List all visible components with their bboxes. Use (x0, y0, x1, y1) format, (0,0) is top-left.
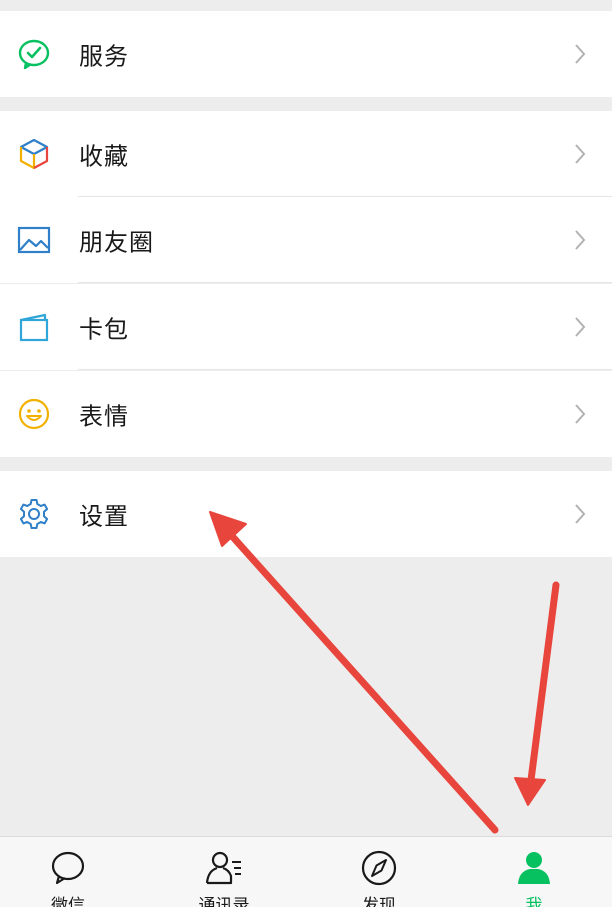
menu-item-label: 设置 (79, 502, 129, 531)
menu-item-favorites[interactable]: 收藏 (0, 111, 612, 197)
contacts-icon (204, 849, 244, 887)
chevron-right-icon (575, 404, 586, 424)
arrow-to-me-tab (514, 581, 560, 806)
menu-item-label: 表情 (79, 402, 129, 431)
favorites-cube-icon (17, 137, 51, 171)
person-icon (514, 849, 554, 887)
arrow-to-settings (209, 511, 499, 834)
menu-item-label: 收藏 (79, 142, 129, 171)
menu-item-moments[interactable]: 朋友圈 (0, 197, 612, 283)
divider (78, 282, 612, 283)
chevron-right-icon (575, 317, 586, 337)
tab-label: 发现 (362, 896, 396, 907)
tab-discover[interactable]: 发现 (319, 837, 439, 907)
chevron-right-icon (575, 230, 586, 250)
divider (78, 369, 612, 370)
tab-label: 通讯录 (198, 896, 250, 907)
smiley-icon (17, 397, 51, 431)
tab-chats[interactable]: 微信 (8, 837, 128, 907)
tab-contacts[interactable]: 通讯录 (164, 837, 284, 907)
menu-item-label: 卡包 (79, 315, 129, 344)
chevron-right-icon (575, 144, 586, 164)
me-page: 服务 收藏 朋友圈 卡包 表情 设置 微信 通讯录 发现 我 (0, 0, 612, 907)
tab-label: 微信 (51, 896, 85, 907)
menu-item-services[interactable]: 服务 (0, 11, 612, 97)
chat-bubble-icon (48, 849, 88, 887)
bottom-tab-bar: 微信 通讯录 发现 我 (0, 836, 612, 907)
menu-item-cards[interactable]: 卡包 (0, 284, 612, 370)
compass-icon (359, 849, 399, 887)
menu-item-stickers[interactable]: 表情 (0, 371, 612, 457)
menu-item-label: 朋友圈 (79, 228, 154, 257)
menu-item-label: 服务 (79, 42, 129, 71)
services-check-icon (17, 37, 51, 71)
menu-item-settings[interactable]: 设置 (0, 471, 612, 557)
tab-me[interactable]: 我 (474, 837, 594, 907)
chevron-right-icon (575, 44, 586, 64)
gear-icon (17, 497, 51, 531)
chevron-right-icon (575, 504, 586, 524)
card-wallet-icon (17, 310, 51, 344)
moments-image-icon (17, 223, 51, 257)
tab-label: 我 (525, 896, 543, 907)
